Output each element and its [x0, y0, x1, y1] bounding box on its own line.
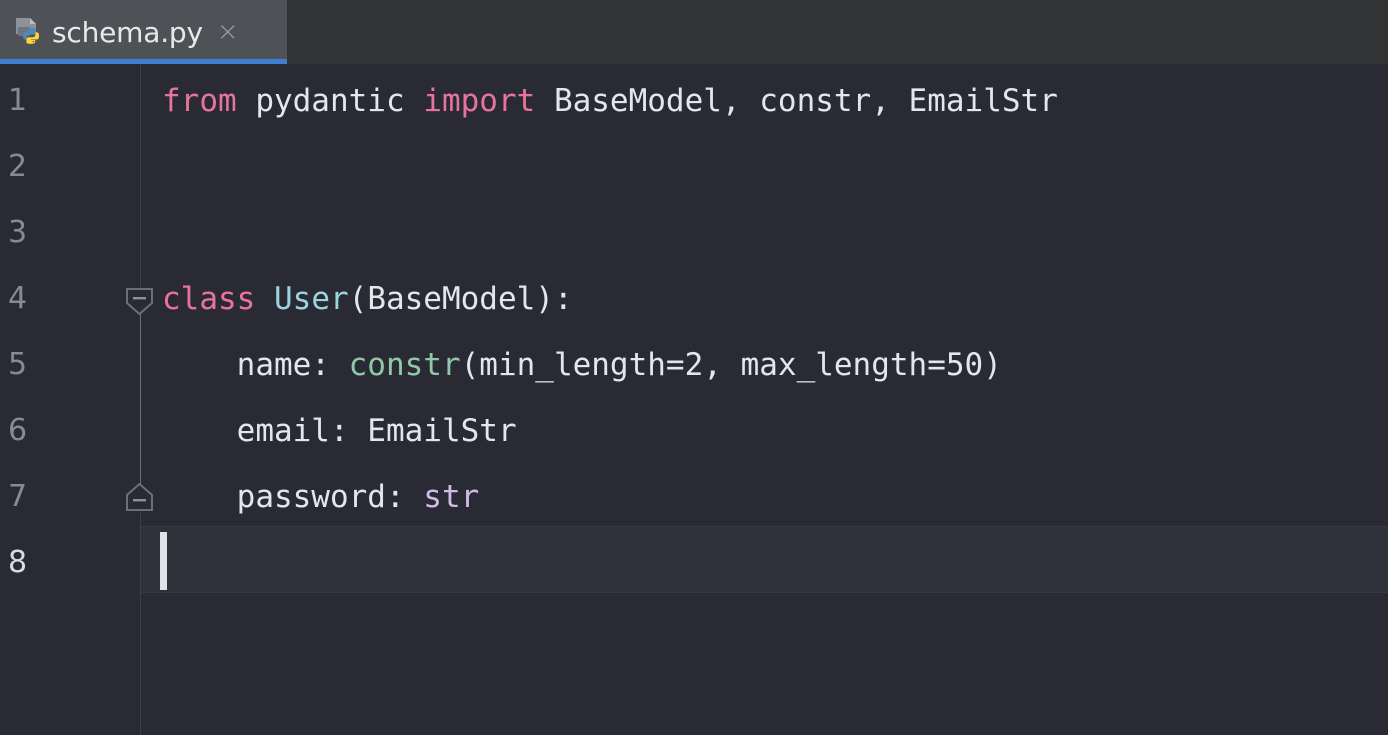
line-number-2: 2: [8, 149, 28, 184]
line-number-7: 7: [8, 479, 28, 514]
line-number-4: 4: [8, 281, 28, 316]
fold-start-marker-line-4[interactable]: [124, 286, 155, 317]
token-kw: class: [162, 281, 256, 317]
fold-end-marker-line-7[interactable]: [124, 482, 155, 513]
code-line-1: from pydantic import BaseModel, constr, …: [162, 68, 1058, 134]
line-number-1: 1: [8, 83, 28, 118]
token-pl: password:: [162, 479, 424, 515]
code-line-5: name: constr(min_length=2, max_length=50…: [162, 332, 1002, 398]
code-editor[interactable]: 1 2 3 4 5 6 7 8 from pydantic import BaseModel,…: [0, 64, 1388, 735]
code-line-4: class User(BaseModel):: [162, 266, 573, 332]
tab-label: schema.py: [52, 15, 203, 49]
token-pl: email: EmailStr: [162, 413, 517, 449]
line-number-3: 3: [8, 215, 28, 250]
token-pl: (BaseModel):: [348, 281, 573, 317]
current-line-highlight: [0, 526, 1388, 593]
token-kw: import: [423, 83, 536, 119]
line-number-5: 5: [8, 347, 28, 382]
token-kw: from: [162, 83, 237, 119]
fold-region-line: [140, 301, 141, 496]
token-typ: str: [423, 479, 480, 515]
line-number-6: 6: [8, 413, 28, 448]
python-file-icon: [14, 16, 44, 48]
token-pl: (min_length=2, max_length=50): [460, 347, 1002, 383]
token-cls: User: [274, 281, 349, 317]
close-icon[interactable]: ×: [217, 19, 239, 45]
token-fn: constr: [348, 347, 461, 383]
editor-tab-bar: schema.py ×: [0, 0, 1388, 64]
code-line-7: password: str: [162, 464, 480, 530]
line-number-8: 8: [8, 545, 28, 580]
token-pl: pydantic: [236, 83, 424, 119]
token-pl: name:: [162, 347, 349, 383]
text-caret: [160, 532, 167, 590]
token-pl: BaseModel, constr, EmailStr: [535, 83, 1058, 119]
editor-window: schema.py × 1 2 3 4 5 6 7 8 from pydantic impor…: [0, 0, 1388, 735]
code-line-6: email: EmailStr: [162, 398, 517, 464]
tab-schema-py[interactable]: schema.py ×: [0, 0, 287, 64]
